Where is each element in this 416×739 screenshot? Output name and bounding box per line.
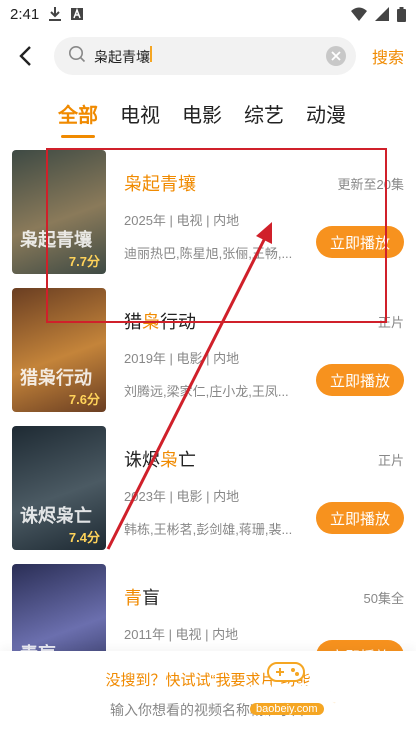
text-cursor [150,45,152,62]
poster-image[interactable]: 枭起青壤 7.7分 [12,150,106,274]
poster-title: 枭起青壤 [20,230,92,250]
title-keyword-highlight: 青 [124,588,142,608]
result-cast: 迪丽热巴,陈星旭,张俪,王畅,... [124,246,293,261]
battery-icon [397,6,406,22]
search-icon [68,45,86,68]
tab-movie[interactable]: 电影 [182,99,222,138]
search-input[interactable]: 枭起青壤 [94,45,326,67]
status-right [351,6,406,22]
search-row: 枭起青壤 搜索 [0,28,416,84]
tab-anime[interactable]: 动漫 [306,99,346,138]
rating-score: 7.7分 [68,254,100,269]
category-tabs: 全部 电视 电影 综艺 动漫 [0,84,416,138]
poster-image[interactable]: 猎枭行动 7.6分 [12,288,106,412]
rating-score: 7.6分 [68,392,100,407]
status-left: 2:41 [10,5,84,23]
result-title[interactable]: 青盲 [124,584,404,610]
result-item[interactable]: 猎枭行动 7.6分 猎枭行动 正片 2019年 | 电影 | 内地 刘腾远,梁家… [0,286,416,424]
result-cast: 韩栋,王彬茗,彭剑雄,蒋珊,裴... [124,522,293,537]
update-status: 正片 [377,315,404,330]
title-keyword-highlight: 枭 [142,312,160,332]
search-results-list: 枭起青壤 7.7分 枭起青壤 更新至20集 2025年 | 电视 | 内地 迪丽… [0,148,416,700]
title-text: 诛烬 [124,450,160,470]
back-arrow-icon [19,46,31,66]
a-notification-icon [71,8,84,20]
play-now-button[interactable]: 立即播放 [316,364,404,396]
result-info: 枭起青壤 更新至20集 2025年 | 电视 | 内地 迪丽热巴,陈星旭,张俪,… [106,150,404,286]
status-bar: 2:41 [0,0,416,28]
result-title[interactable]: 猎枭行动 [124,308,404,334]
result-info: 猎枭行动 正片 2019年 | 电影 | 内地 刘腾远,梁家仁,庄小龙,王凤..… [106,288,404,424]
result-info: 诛烬枭亡 正片 2023年 | 电影 | 内地 韩栋,王彬茗,彭剑雄,蒋珊,裴.… [106,426,404,562]
tab-tv[interactable]: 电视 [120,99,160,138]
wifi-icon [351,7,367,21]
title-text: 猎 [124,312,142,332]
title-text: 亡 [178,450,196,470]
update-status: 正片 [377,453,404,468]
title-keyword-highlight: 枭起青壤 [124,174,196,194]
result-cast: 刘腾远,梁家仁,庄小龙,王凤... [124,384,289,399]
play-now-button[interactable]: 立即播放 [316,502,404,534]
play-now-button[interactable]: 立即播放 [316,226,404,258]
search-query: 枭起青壤 [94,48,150,65]
tab-all[interactable]: 全部 [58,99,98,138]
clear-search-button[interactable] [325,46,346,66]
result-title[interactable]: 诛烬枭亡 [124,446,404,472]
update-status: 更新至20集 [337,177,404,192]
search-button[interactable]: 搜索 [372,44,404,68]
poster-image[interactable]: 诛烬枭亡 7.4分 [12,426,106,550]
poster-title: 猎枭行动 [20,368,92,388]
watermark-url: baobeiy.com [250,703,324,715]
title-text: 盲 [142,588,160,608]
update-status: 50集全 [363,591,404,606]
signal-icon [375,7,389,21]
download-icon [49,7,62,21]
poster-title: 诛烬枭亡 [20,506,92,526]
site-watermark: 宝贝游戏网 baobeiy.com [226,657,376,721]
close-icon [331,51,341,61]
result-item[interactable]: 枭起青壤 7.7分 枭起青壤 更新至20集 2025年 | 电视 | 内地 迪丽… [0,148,416,286]
rating-score: 7.4分 [68,530,100,545]
title-keyword-highlight: 枭 [160,450,178,470]
back-button[interactable] [8,36,42,76]
result-item[interactable]: 诛烬枭亡 7.4分 诛烬枭亡 正片 2023年 | 电影 | 内地 韩栋,王彬茗… [0,424,416,562]
status-time: 2:41 [10,5,40,23]
title-text: 行动 [160,312,196,332]
search-box[interactable]: 枭起青壤 [54,37,356,75]
tab-variety[interactable]: 综艺 [244,99,284,138]
